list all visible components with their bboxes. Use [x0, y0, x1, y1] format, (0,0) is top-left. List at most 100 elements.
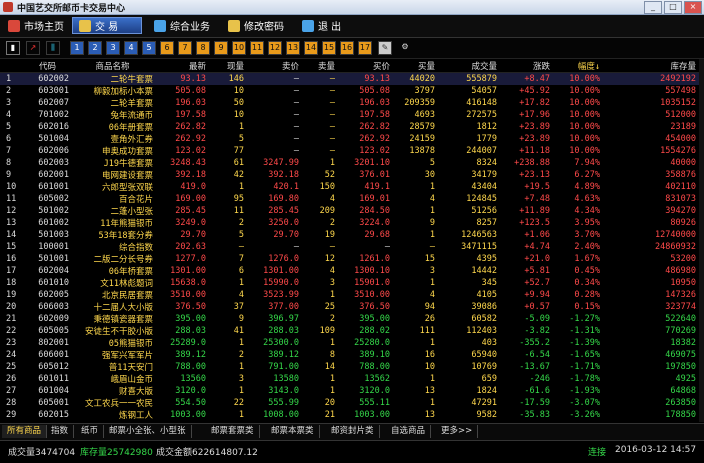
pencil-icon[interactable]: ✎ — [378, 41, 392, 55]
table-cell: +23.89 — [519, 122, 550, 132]
toolbar-button-4[interactable]: 4 — [124, 41, 138, 55]
table-cell: 13580 — [273, 374, 299, 384]
toolbar-button-11[interactable]: 11 — [250, 41, 264, 55]
bar-chart-icon[interactable]: ▮ — [6, 41, 20, 55]
table-row[interactable]: 11 605002 百合花片 169.00 95 169.80 4 169.01 4 124845… — [0, 193, 699, 205]
toolbar-button-12[interactable]: 12 — [268, 41, 282, 55]
table-cell: 420.1 — [273, 182, 299, 192]
table-cell: — — [329, 86, 335, 96]
toolbar-button-9[interactable]: 9 — [214, 41, 228, 55]
table-row[interactable]: 29 602015 炼钢工人 1003.00 1 1008.00 21 1003.00 13 95… — [0, 409, 699, 421]
table-row[interactable]: 28 605001 文工农兵一一农民 554.50 22 555.99 20 555.11 1 4… — [0, 397, 699, 409]
toolbar-button-3[interactable]: 3 — [106, 41, 120, 55]
column-header[interactable]: 卖价 — [247, 59, 302, 73]
tab-4[interactable]: 邮票小全张、小型张 — [104, 425, 192, 438]
tab-3[interactable]: 纸币 — [76, 425, 105, 438]
tab-1[interactable]: 所有商品 — [2, 425, 48, 438]
table-cell: 1 — [429, 182, 435, 192]
table-row[interactable]: 22 605005 安徒生不干胶小版 288.03 41 288.03 109 288.02 1… — [0, 325, 699, 337]
table-cell: +52.7 — [524, 278, 550, 288]
column-header[interactable]: 买价 — [338, 59, 393, 73]
table-row[interactable]: 24 606001 强军兴军军片 389.12 2 389.12 8 389.10 16 6594… — [0, 349, 699, 361]
table-row[interactable]: 26 601011 峨眉山金币 13560 3 13580 1 13562 1 659 -246 -1… — [0, 373, 699, 385]
column-header[interactable]: 商品名称 — [72, 59, 156, 73]
table-row[interactable]: 1 602002 二轮牛套票 93.13 146— —93.13 44020 555879 +8… — [0, 72, 699, 85]
column-header[interactable]: 买量 — [393, 59, 438, 73]
table-row[interactable]: 14 501003 53年18套分券 29.70 5 29.70 19 29.68 1 12465… — [0, 229, 699, 241]
menu-change-password[interactable]: 修改密码 — [222, 17, 290, 34]
table-row[interactable]: 9 602001 电网建设套票 392.18 42 392.18 52 376.01 30 341… — [0, 169, 699, 181]
table-row[interactable]: 19 602005 北京民居套票 3510.00 4 3523.99 1 3510.00 4 41… — [0, 289, 699, 301]
table-row[interactable]: 13 601002 11年熊猫银币 3249.0 2 3250.0 2 3224.0 9 8257… — [0, 217, 699, 229]
table-row[interactable]: 27 601004 财喜大版 3120.0 1 3143.0 1 3120.0 13 1824 -6… — [0, 385, 699, 397]
maximize-button[interactable]: □ — [664, 1, 682, 14]
table-row[interactable]: 23 802001 05熊猫银币 25289.0 1 25300.0 1 25280.0 1 40… — [0, 337, 699, 349]
toolbar-button-1[interactable]: 1 — [70, 41, 84, 55]
menu-business[interactable]: 综合业务 — [148, 17, 216, 34]
column-header[interactable] — [0, 59, 26, 73]
table-cell: 安徒生不干胶小版 — [84, 327, 153, 337]
tab-8[interactable]: 自选商品 — [386, 425, 432, 438]
column-header[interactable]: 最新 — [156, 59, 209, 73]
column-header[interactable]: 涨跌 — [500, 59, 553, 73]
column-header[interactable]: 现量 — [209, 59, 247, 73]
toolbar-button-8[interactable]: 8 — [196, 41, 210, 55]
table-row[interactable]: 17 602004 06年桥套票 1301.00 6 1301.00 4 1300.10 3 14… — [0, 265, 699, 277]
table-cell: 209 — [319, 206, 335, 216]
column-header[interactable]: 库存量 — [603, 59, 699, 73]
tab-6[interactable]: 邮票本票类 — [266, 425, 320, 438]
table-row[interactable]: 5 602016 06年册套票 262.82 1 — — 262.82 28579 1812 +23… — [0, 121, 699, 133]
table-row[interactable]: 10 601001 六郎型张双联 419.0 1 420.1 150 419.1 1 43404 +… — [0, 181, 699, 193]
toolbar-button-7[interactable]: 7 — [178, 41, 192, 55]
table-cell: 605002 — [38, 194, 69, 204]
table-cell: 53200 — [670, 254, 696, 264]
table-cell: 209359 — [404, 98, 435, 108]
minimize-button[interactable]: _ — [644, 1, 662, 14]
toolbar-button-14[interactable]: 14 — [304, 41, 318, 55]
menu-trade[interactable]: 交 易 — [72, 17, 142, 34]
toolbar-button-2[interactable]: 2 — [88, 41, 102, 55]
toolbar-button-6[interactable]: 6 — [160, 41, 174, 55]
table-cell: 29.68 — [364, 230, 390, 240]
table-row[interactable]: 25 605012 普11天安门 788.00 1 791.00 14 788.00 10 107… — [0, 361, 699, 373]
table-row[interactable]: 20 606003 十二届人大小版 376.50 37 377.00 25 376.50 94 3… — [0, 301, 699, 313]
table-row[interactable]: 4 701002 兔年流通币 197.58 10 — — 197.58 4693 272575 +1… — [0, 109, 699, 121]
table-row[interactable]: 21 602009 秉德镇瓷器套票 395.00 9 396.97 2 395.00 26 605… — [0, 313, 699, 325]
toolbar-button-16[interactable]: 16 — [340, 41, 354, 55]
toolbar-button-10[interactable]: 10 — [232, 41, 246, 55]
table-row[interactable]: 16 501001 二版二分长号券 1277.0 7 1276.0 12 1261.0 15 43… — [0, 253, 699, 265]
table-cell: 40000 — [670, 158, 696, 168]
tab-9[interactable]: 更多>> — [436, 425, 479, 438]
menu-market-home[interactable]: 市场主页 — [2, 17, 70, 34]
table-row[interactable]: 18 601010 文11林彪题词 15638.0 1 15990.0 3 15901.0 1 3… — [0, 277, 699, 289]
column-header[interactable]: 代码 — [26, 59, 72, 73]
close-button[interactable]: × — [684, 1, 702, 14]
table-row[interactable]: 2 603001 柳毅加标小本票 505.08 10 — — 505.08 3797 54057 +… — [0, 85, 699, 97]
table-row[interactable]: 6 501004 壹角外汇券 262.92 5 — — 262.92 24159 1779 +23.… — [0, 133, 699, 145]
column-header[interactable]: 成交量 — [438, 59, 500, 73]
column-header[interactable]: 幅度↓ — [553, 59, 603, 73]
table-cell: 1 — [238, 362, 244, 372]
line-chart-icon[interactable]: ↗ — [26, 41, 40, 55]
toolbar-button-15[interactable]: 15 — [322, 41, 336, 55]
table-cell: 10.00% — [569, 98, 600, 108]
candlestick-icon[interactable]: ⫼ — [46, 41, 60, 55]
toolbar-button-13[interactable]: 13 — [286, 41, 300, 55]
vertical-scrollbar[interactable] — [699, 59, 704, 422]
table-cell: 10 — [6, 182, 17, 192]
menu-exit[interactable]: 退 出 — [296, 17, 347, 34]
table-row[interactable]: 8 602003 J19牛德套票 3248.43 61 3247.99 1 3201.10 5 8… — [0, 157, 699, 169]
column-header[interactable]: 卖量 — [302, 59, 338, 73]
table-row[interactable]: 7 602006 申奥成功套票 123.02 77 — — 123.02 13878 244007… — [0, 145, 699, 157]
table-cell: 17 — [6, 266, 17, 276]
tab-2[interactable]: 指数 — [46, 425, 75, 438]
gear-icon[interactable]: ⚙ — [398, 41, 412, 55]
table-row[interactable]: 3 602007 二轮羊套票 196.03 50 — — 196.03 209359 416148… — [0, 97, 699, 109]
toolbar-button-5[interactable]: 5 — [142, 41, 156, 55]
table-cell: -246 — [529, 374, 550, 384]
toolbar-button-17[interactable]: 17 — [358, 41, 372, 55]
tab-5[interactable]: 邮票套票类 — [206, 425, 260, 438]
table-row[interactable]: 15 100001 综合指数 202.63 — — — — — 3471115 +4.74 2.40%… — [0, 241, 699, 253]
tab-7[interactable]: 邮资封片类 — [326, 425, 380, 438]
table-row[interactable]: 12 501002 二蓬小型张 285.45 11 285.45 209 284.50 1 512… — [0, 205, 699, 217]
